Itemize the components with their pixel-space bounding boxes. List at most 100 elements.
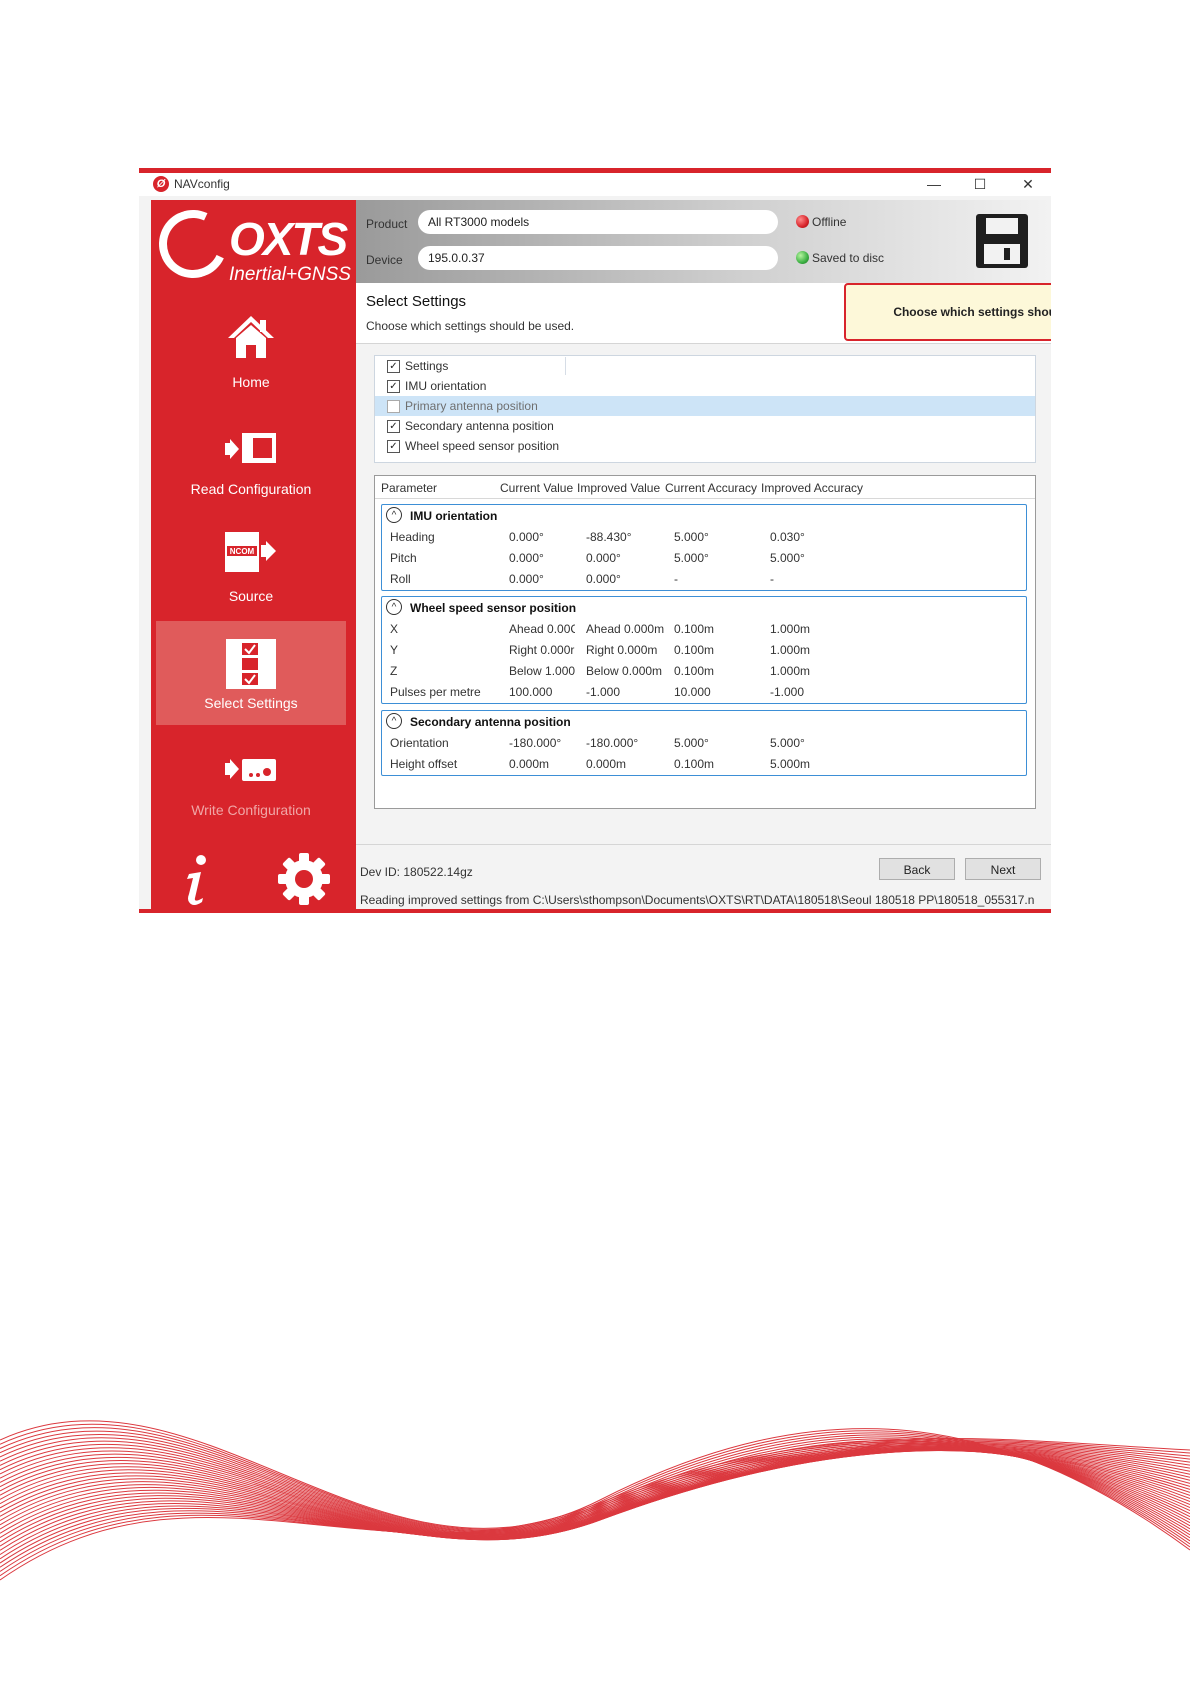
table-row[interactable]: Pulses per metre 100.000 -1.000 10.000 -… bbox=[382, 682, 1026, 702]
save-to-disc-icon[interactable] bbox=[976, 214, 1028, 268]
checkbox-checked-icon[interactable]: ✓ bbox=[387, 360, 400, 373]
column-header-current-accuracy[interactable]: Current Accuracy bbox=[665, 481, 757, 495]
wave-line bbox=[0, 1450, 1190, 1541]
cell-parameter: Roll bbox=[390, 572, 411, 586]
wizard-footer: Dev ID: 180522.14gz Back Next Reading im… bbox=[356, 844, 1051, 909]
table-row[interactable]: Y Right 0.000r Right 0.000m 0.100m 1.000… bbox=[382, 640, 1026, 660]
list-item[interactable]: ✓ Wheel speed sensor position bbox=[375, 436, 1035, 456]
chevron-up-icon[interactable]: ^ bbox=[386, 713, 402, 729]
decorative-waves bbox=[0, 1420, 1190, 1581]
wave-line bbox=[0, 1448, 1190, 1540]
column-header-parameter[interactable]: Parameter bbox=[381, 481, 437, 495]
cell-improved-accuracy: 1.000m bbox=[770, 664, 811, 678]
hint-callout: Choose which settings should be improved… bbox=[844, 283, 1051, 341]
sidebar-item-select-settings[interactable]: Select Settings bbox=[156, 621, 346, 725]
table-row[interactable]: Z Below 1.000 Below 0.000m 0.100m 1.000m bbox=[382, 661, 1026, 681]
cell-parameter: X bbox=[390, 622, 399, 636]
cell-parameter: Pitch bbox=[390, 551, 417, 565]
cell-current-value: Ahead 0.00C bbox=[509, 622, 575, 636]
cell-current-accuracy: 0.100m bbox=[674, 622, 715, 636]
cell-improved-accuracy: 0.030° bbox=[770, 530, 805, 544]
write-configuration-icon bbox=[225, 759, 276, 781]
list-item[interactable]: ✓ Secondary antenna position bbox=[375, 416, 1035, 436]
list-item[interactable]: ✓ Settings bbox=[375, 356, 1035, 376]
table-row[interactable]: Pitch 0.000° 0.000° 5.000° 5.000° bbox=[382, 548, 1026, 568]
cell-improved-value: Ahead 0.000m bbox=[586, 622, 665, 636]
cell-current-value: Right 0.000r bbox=[509, 643, 575, 657]
table-row[interactable]: Roll 0.000° 0.000° - - bbox=[382, 569, 1026, 589]
cell-improved-accuracy: - bbox=[770, 572, 774, 586]
sidebar-item-source[interactable]: NCOM Source bbox=[156, 514, 346, 618]
table-row[interactable]: Height offset 0.000m 0.000m 0.100m 5.000… bbox=[382, 754, 1026, 774]
cell-current-accuracy: 5.000° bbox=[674, 530, 709, 544]
wave-line bbox=[0, 1443, 1190, 1560]
close-button[interactable]: ✕ bbox=[1005, 173, 1051, 196]
maximize-button[interactable]: ☐ bbox=[957, 173, 1003, 196]
column-header-improved-value[interactable]: Improved Value bbox=[577, 481, 660, 495]
cell-current-value: Below 1.000 bbox=[509, 664, 575, 678]
checkbox-checked-icon[interactable]: ✓ bbox=[387, 380, 400, 393]
product-field[interactable]: All RT3000 models bbox=[418, 210, 778, 234]
cell-current-value: 100.000 bbox=[509, 685, 553, 699]
cell-improved-value: 0.000m bbox=[586, 757, 627, 771]
chevron-up-icon[interactable]: ^ bbox=[386, 507, 402, 523]
page-subtitle: Choose which settings should be used. bbox=[366, 319, 575, 333]
logo-brand: OXTS bbox=[229, 213, 348, 265]
minimize-button[interactable]: — bbox=[911, 173, 957, 196]
cell-current-accuracy: 0.100m bbox=[674, 664, 715, 678]
cell-current-value: 0.000° bbox=[509, 530, 544, 544]
settings-checklist: ✓ Settings ✓ IMU orientation Primary ant… bbox=[374, 355, 1036, 463]
cell-parameter: Z bbox=[390, 664, 398, 678]
cell-improved-accuracy: 5.000° bbox=[770, 551, 805, 565]
cell-improved-value: -180.000° bbox=[586, 736, 639, 750]
wave-line bbox=[0, 1448, 1190, 1539]
back-button[interactable]: Back bbox=[879, 858, 955, 880]
cell-current-value: 0.000° bbox=[509, 551, 544, 565]
settings-content: ✓ Settings ✓ IMU orientation Primary ant… bbox=[356, 344, 1051, 844]
saved-status-text: Saved to disc bbox=[812, 251, 885, 265]
table-row[interactable]: Orientation -180.000° -180.000° 5.000° 5… bbox=[382, 733, 1026, 753]
cell-improved-accuracy: 5.000° bbox=[770, 736, 805, 750]
checklist-label: Secondary antenna position bbox=[405, 419, 554, 433]
checkbox-checked-icon[interactable]: ✓ bbox=[387, 440, 400, 453]
next-button[interactable]: Next bbox=[965, 858, 1041, 880]
wave-line bbox=[0, 1447, 1190, 1543]
column-header-current-value[interactable]: Current Value bbox=[500, 481, 573, 495]
sidebar-item-label: Write Configuration bbox=[191, 802, 311, 818]
cell-improved-value: Below 0.000m bbox=[586, 664, 663, 678]
gear-icon[interactable] bbox=[277, 852, 331, 906]
sidebar-item-write-configuration[interactable]: Write Configuration bbox=[156, 728, 346, 832]
logo-tagline: Inertial+GNSS bbox=[229, 264, 351, 285]
product-label: Product bbox=[366, 217, 408, 231]
cell-parameter: Pulses per metre bbox=[390, 685, 481, 699]
table-row[interactable]: X Ahead 0.00C Ahead 0.000m 0.100m 1.000m bbox=[382, 619, 1026, 639]
device-id: Dev ID: 180522.14gz bbox=[360, 865, 473, 879]
window-title: NAVconfig bbox=[174, 177, 230, 191]
checkbox-checked-icon[interactable]: ✓ bbox=[387, 420, 400, 433]
offline-status-text: Offline bbox=[812, 215, 847, 229]
chevron-up-icon[interactable]: ^ bbox=[386, 599, 402, 615]
sidebar-item-label: Select Settings bbox=[204, 695, 298, 711]
group-title: Secondary antenna position bbox=[410, 715, 571, 729]
list-item[interactable]: Primary antenna position bbox=[375, 396, 1035, 416]
svg-text:NCOM: NCOM bbox=[230, 547, 255, 556]
oxts-logo: OXTS Inertial+GNSS bbox=[149, 200, 351, 288]
ncom-source-icon: NCOM bbox=[225, 532, 276, 572]
group-secondary-antenna-position: ^ Secondary antenna position Orientation… bbox=[381, 710, 1027, 776]
sidebar-item-home[interactable]: Home bbox=[156, 300, 346, 404]
group-title: IMU orientation bbox=[410, 509, 498, 523]
sidebar-item-read-configuration[interactable]: Read Configuration bbox=[156, 407, 346, 511]
cell-current-value: -180.000° bbox=[509, 736, 562, 750]
column-header-improved-accuracy[interactable]: Improved Accuracy bbox=[761, 481, 863, 495]
home-icon bbox=[228, 316, 274, 358]
checkbox-unchecked-icon[interactable] bbox=[387, 400, 400, 413]
saved-status-icon bbox=[796, 251, 809, 264]
device-field[interactable]: 195.0.0.37 bbox=[418, 246, 778, 270]
table-row[interactable]: Heading 0.000° -88.430° 5.000° 0.030° bbox=[382, 527, 1026, 547]
cell-improved-value: -88.430° bbox=[586, 530, 632, 544]
list-item[interactable]: ✓ IMU orientation bbox=[375, 376, 1035, 396]
wave-line bbox=[0, 1445, 1190, 1538]
settings-grid: Parameter Current Value Improved Value C… bbox=[374, 475, 1036, 809]
info-icon[interactable] bbox=[181, 852, 211, 906]
title-bar: Ø NAVconfig — ☐ ✕ bbox=[139, 173, 1051, 196]
